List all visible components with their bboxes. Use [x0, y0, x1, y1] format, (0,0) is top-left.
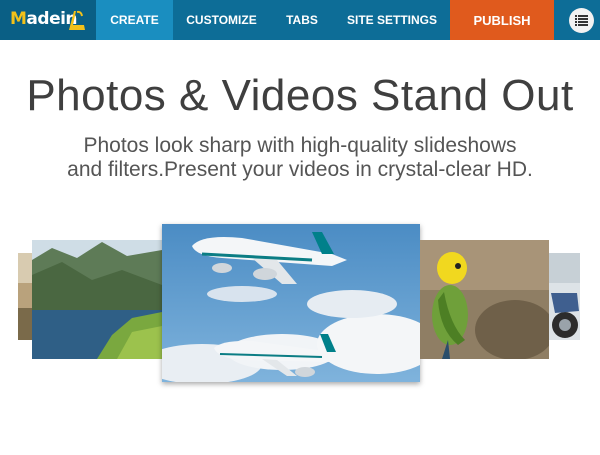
madein-logo[interactable]: Madein	[0, 0, 96, 40]
customize-tab[interactable]: CUSTOMIZE	[173, 0, 270, 40]
subtitle-line-1: Photos look sharp with high-quality slid…	[83, 134, 517, 157]
list-icon	[575, 15, 588, 26]
create-tab[interactable]: CREATE	[96, 0, 173, 40]
page-title: Photos & Videos Stand Out	[26, 71, 574, 120]
parakeet-image[interactable]	[420, 240, 549, 359]
tabs-tab[interactable]: TABS	[270, 0, 334, 40]
fjord-landscape-image[interactable]	[32, 240, 162, 359]
subtitle-line-2: and filters.Present your videos in cryst…	[67, 158, 533, 181]
logo-mark-icon	[69, 10, 85, 30]
menu-button[interactable]	[569, 8, 594, 33]
publish-button[interactable]: PUBLISH	[450, 0, 554, 40]
partial-photo-image[interactable]	[18, 253, 32, 340]
motorcycle-image[interactable]	[549, 253, 580, 340]
site-settings-tab[interactable]: SITE SETTINGS	[334, 0, 450, 40]
airplanes-image[interactable]	[162, 224, 420, 382]
